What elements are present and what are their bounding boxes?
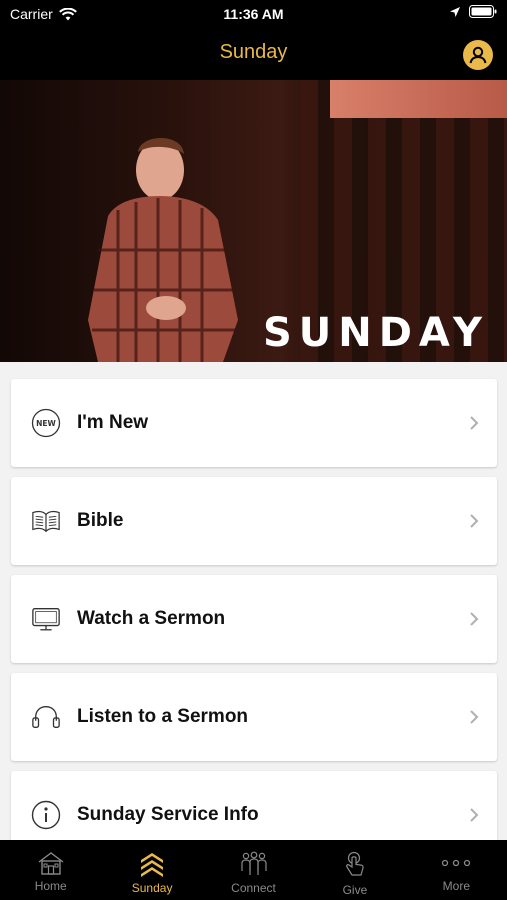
page-title: Sunday bbox=[219, 41, 288, 63]
clock: 11:36 AM bbox=[223, 6, 284, 22]
headphones-icon bbox=[31, 702, 61, 732]
menu-item-label: Listen to a Sermon bbox=[77, 706, 249, 727]
new-badge-icon: NEW bbox=[31, 408, 61, 438]
menu-item-bible[interactable]: Bible bbox=[11, 477, 497, 565]
stage-screen bbox=[330, 80, 507, 118]
menu-list: NEW I'm New Bible Watch a Sermon Listen … bbox=[0, 362, 507, 840]
tab-label: Connect bbox=[231, 881, 276, 895]
menu-item-listen-sermon[interactable]: Listen to a Sermon bbox=[11, 673, 497, 761]
hero-title: SUNDAY bbox=[262, 310, 489, 356]
hand-tap-icon bbox=[346, 851, 364, 876]
battery-icon bbox=[469, 5, 497, 18]
menu-item-label: Watch a Sermon bbox=[77, 608, 226, 629]
chevron-right-icon bbox=[470, 710, 479, 724]
menu-item-watch-sermon[interactable]: Watch a Sermon bbox=[11, 575, 497, 663]
tab-give[interactable]: Give bbox=[304, 840, 405, 900]
menu-item-label: Bible bbox=[77, 510, 124, 531]
more-dots-icon bbox=[442, 859, 471, 867]
menu-item-label: Sunday Service Info bbox=[77, 804, 259, 825]
new-badge-text: NEW bbox=[36, 419, 56, 428]
tab-connect[interactable]: Connect bbox=[203, 840, 304, 900]
chevron-right-icon bbox=[470, 808, 479, 822]
book-icon bbox=[31, 506, 61, 536]
people-icon bbox=[240, 851, 267, 875]
hero-banner[interactable]: SUNDAY bbox=[0, 80, 507, 362]
monitor-icon bbox=[31, 604, 61, 634]
tab-home[interactable]: Home bbox=[0, 840, 101, 900]
menu-item-im-new[interactable]: NEW I'm New bbox=[11, 379, 497, 467]
status-indicators bbox=[449, 5, 497, 18]
tab-more[interactable]: More bbox=[406, 840, 507, 900]
tab-label: Home bbox=[34, 879, 67, 893]
tab-sunday[interactable]: Sunday bbox=[101, 840, 202, 900]
house-icon bbox=[38, 852, 64, 875]
tab-label: More bbox=[442, 879, 470, 893]
info-icon bbox=[31, 800, 61, 830]
chevron-right-icon bbox=[470, 514, 479, 528]
chevron-right-icon bbox=[470, 416, 479, 430]
speaker-photo bbox=[88, 138, 238, 362]
chevrons-up-icon bbox=[141, 853, 164, 877]
tab-bar: Home Sunday Connect Give More bbox=[0, 840, 507, 900]
user-circle-icon bbox=[469, 46, 487, 64]
menu-item-label: I'm New bbox=[77, 412, 149, 433]
tab-label: Sunday bbox=[131, 881, 173, 895]
status-bar: Carrier 11:36 AM bbox=[0, 0, 507, 28]
profile-button[interactable] bbox=[463, 40, 493, 70]
location-arrow-icon bbox=[450, 6, 460, 17]
tab-label: Give bbox=[342, 883, 368, 897]
chevron-right-icon bbox=[470, 612, 479, 626]
navigation-bar: Sunday bbox=[0, 28, 507, 80]
menu-item-service-info[interactable]: Sunday Service Info bbox=[11, 771, 497, 840]
